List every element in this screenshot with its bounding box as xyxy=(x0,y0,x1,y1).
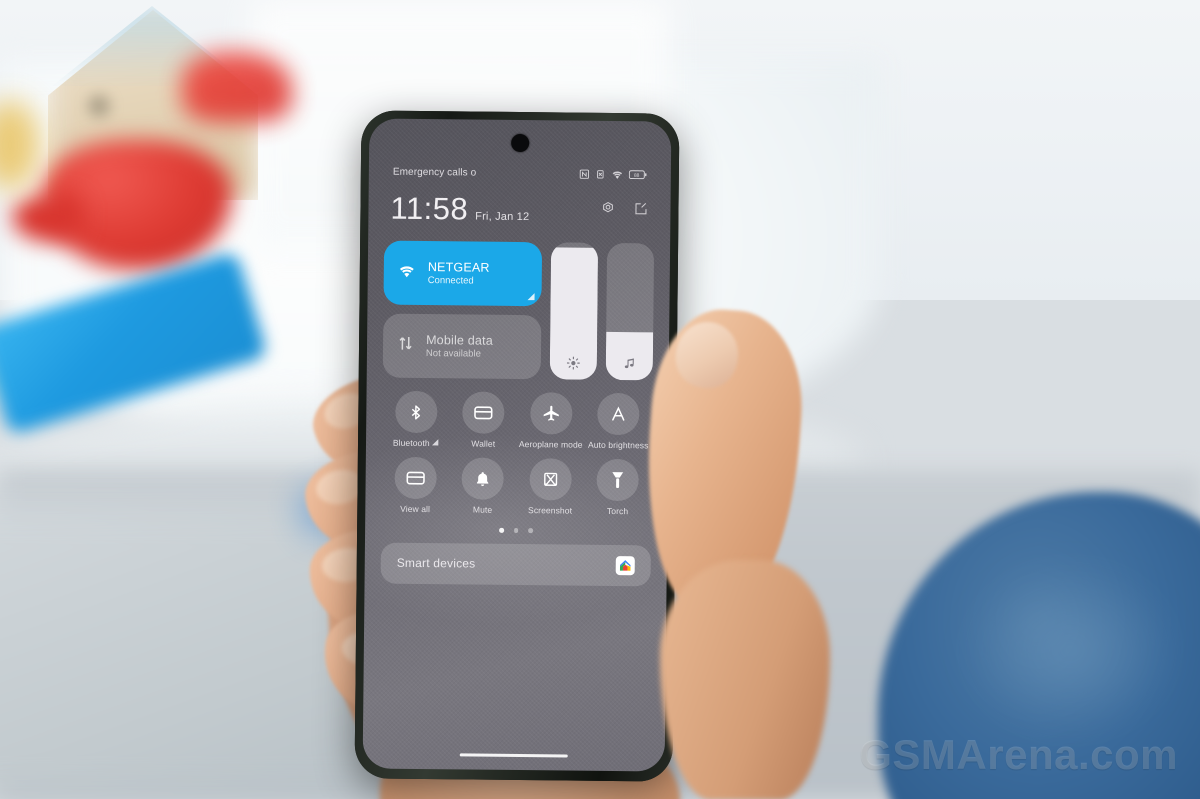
flashlight-icon xyxy=(596,458,640,502)
wifi-icon xyxy=(397,262,417,283)
toggle-torch-label: Torch xyxy=(606,505,629,517)
brightness-icon xyxy=(550,355,597,370)
toggle-aeroplane-label: Aeroplane mode xyxy=(518,439,583,450)
battery-icon: 88 xyxy=(628,169,647,180)
toggles-grid: Bluetooth Wallet Aeroplane mode Auto bri… xyxy=(381,390,652,517)
wifi-icon xyxy=(611,168,624,179)
toggle-screenshot-label: Screenshot xyxy=(528,505,573,516)
mobile-data-title: Mobile data xyxy=(426,333,494,348)
smart-devices-label: Smart devices xyxy=(396,555,476,571)
toggle-torch[interactable]: Torch xyxy=(584,458,652,517)
toggle-mute[interactable]: Mute xyxy=(449,457,517,515)
toggle-wallet-label: Wallet xyxy=(471,438,496,449)
page-dot-1[interactable] xyxy=(499,527,504,533)
clock-time: 11:58 xyxy=(390,190,469,227)
svg-text:88: 88 xyxy=(634,172,640,178)
front-camera-punch-hole xyxy=(511,133,530,153)
watermark: GSMArena.com xyxy=(859,731,1178,778)
toggle-wallet[interactable]: Wallet xyxy=(449,391,517,449)
bell-icon xyxy=(461,457,505,500)
background-jeans-highlight xyxy=(960,560,1180,740)
quick-settings-panel: NETGEAR Connected Mobile data Not availa… xyxy=(380,240,655,586)
airplane-icon xyxy=(529,392,573,435)
wallet-icon xyxy=(462,391,505,434)
toggle-view-all-label: View all xyxy=(400,503,431,515)
page-indicator-dots[interactable] xyxy=(381,527,651,534)
media-volume-slider[interactable] xyxy=(605,242,655,381)
signal-triangle-icon xyxy=(431,438,439,448)
toggle-auto-brightness-label: Auto brightness xyxy=(587,439,649,451)
toggle-view-all[interactable]: View all xyxy=(381,456,449,515)
emergency-calls-label: Emergency calls o xyxy=(392,166,477,179)
wallet-icon xyxy=(394,456,437,500)
settings-gear-icon[interactable] xyxy=(600,201,615,221)
mobile-data-status: Not available xyxy=(425,348,481,360)
mobile-data-tile[interactable]: Mobile data Not available xyxy=(382,313,542,380)
wifi-tile-texts: NETGEAR Connected xyxy=(428,260,490,287)
wifi-tile-expand-corner[interactable] xyxy=(527,293,535,301)
edit-icon[interactable] xyxy=(633,201,648,221)
toggle-auto-brightness[interactable]: Auto brightness xyxy=(584,392,652,451)
google-home-icon[interactable] xyxy=(615,555,635,575)
smartphone: Emergency calls o 88 11:58 Fri, Jan 12 N… xyxy=(354,110,680,782)
toggle-bluetooth-label: Bluetooth xyxy=(393,438,439,448)
mobile-data-texts: Mobile data Not available xyxy=(426,333,493,360)
nfc-icon xyxy=(579,168,590,179)
page-dot-3[interactable] xyxy=(528,528,533,533)
brightness-slider[interactable] xyxy=(549,242,599,380)
toggle-bluetooth[interactable]: Bluetooth xyxy=(382,390,450,449)
smart-devices-bar[interactable]: Smart devices xyxy=(380,542,651,586)
vibrate-icon xyxy=(595,168,606,179)
background-red-roof xyxy=(182,52,292,122)
lower-thumb-palm xyxy=(660,560,830,799)
toggle-aeroplane-mode[interactable]: Aeroplane mode xyxy=(517,392,585,450)
clock-date: Fri, Jan 12 xyxy=(475,210,530,224)
screenshot-scissors-icon xyxy=(529,458,572,501)
wifi-ssid: NETGEAR xyxy=(427,260,490,275)
big-tiles-column: NETGEAR Connected Mobile data Not availa… xyxy=(382,240,543,380)
top-tiles-row: NETGEAR Connected Mobile data Not availa… xyxy=(382,240,655,381)
wifi-tile[interactable]: NETGEAR Connected xyxy=(383,240,543,307)
data-transfer-icon xyxy=(396,334,415,358)
background-birdhouse-hole xyxy=(88,95,110,117)
phone-screen[interactable]: Emergency calls o 88 11:58 Fri, Jan 12 N… xyxy=(362,118,672,772)
music-note-icon xyxy=(606,356,653,371)
wifi-status: Connected xyxy=(427,275,474,287)
lockscreen-clock-row: 11:58 Fri, Jan 12 xyxy=(368,190,670,227)
shade-action-icons xyxy=(600,201,648,227)
bluetooth-icon xyxy=(394,390,438,434)
toggle-screenshot[interactable]: Screenshot xyxy=(516,458,584,516)
clock-group: 11:58 Fri, Jan 12 xyxy=(390,190,530,227)
status-icons: 88 xyxy=(579,168,647,180)
sliders-group xyxy=(549,242,655,381)
auto-brightness-a-icon xyxy=(597,392,640,436)
status-bar: Emergency calls o 88 xyxy=(369,162,671,183)
page-dot-2[interactable] xyxy=(513,528,519,533)
screenshot-stage: Emergency calls o 88 11:58 Fri, Jan 12 N… xyxy=(0,0,1200,799)
toggle-mute-label: Mute xyxy=(472,504,493,515)
label-text: Bluetooth xyxy=(392,437,430,449)
